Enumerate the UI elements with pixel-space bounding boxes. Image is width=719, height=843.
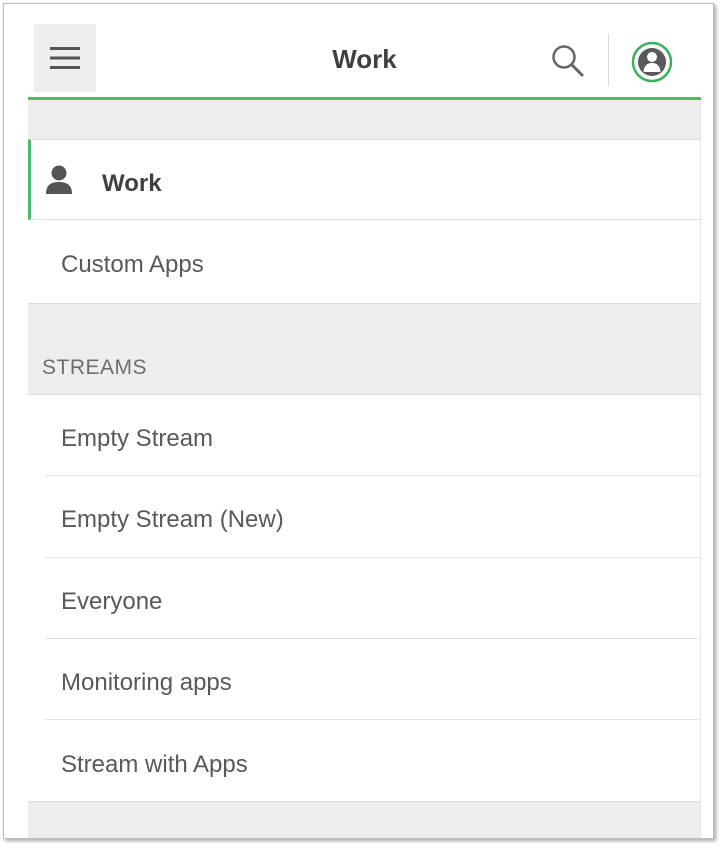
user-profile-icon <box>631 41 673 83</box>
window-frame: Work Work Custom Apps STREAMS Empty Stre… <box>3 3 714 839</box>
stream-item-label: Empty Stream <box>61 425 214 452</box>
page-title: Work <box>332 44 397 74</box>
nav-item-custom-apps[interactable]: Custom Apps <box>28 221 701 303</box>
nav-item-custom-apps-label: Custom Apps <box>61 251 204 278</box>
stream-item-label: Stream with Apps <box>61 751 248 778</box>
stream-item-label: Monitoring apps <box>61 669 232 696</box>
profile-button[interactable] <box>624 36 680 88</box>
search-icon <box>552 45 584 77</box>
top-bar: Work <box>28 4 701 100</box>
stream-item-empty-stream-new[interactable]: Empty Stream (New) <box>28 476 701 557</box>
nav-item-work[interactable]: Work <box>28 139 701 220</box>
stream-item-everyone[interactable]: Everyone <box>28 558 701 639</box>
stream-item-label: Everyone <box>61 588 163 615</box>
stream-item-stream-with-apps[interactable]: Stream with Apps <box>28 720 701 801</box>
spacer-band-top <box>28 100 701 139</box>
streams-section-header: STREAMS <box>42 356 148 379</box>
nav-item-work-label: Work <box>102 170 162 197</box>
header-divider <box>608 34 609 86</box>
menu-button[interactable] <box>34 24 96 92</box>
stream-item-empty-stream[interactable]: Empty Stream <box>28 395 701 476</box>
streams-section-band <box>28 304 701 394</box>
spacer-band-bottom <box>28 802 701 838</box>
search-button[interactable] <box>540 38 596 84</box>
panel-edge <box>700 100 701 838</box>
hamburger-icon <box>50 47 80 69</box>
person-icon <box>46 165 72 194</box>
stream-item-label: Empty Stream (New) <box>61 506 284 533</box>
stream-item-monitoring-apps[interactable]: Monitoring apps <box>28 639 701 720</box>
app-panel: Work Work Custom Apps STREAMS Empty Stre… <box>28 4 701 838</box>
